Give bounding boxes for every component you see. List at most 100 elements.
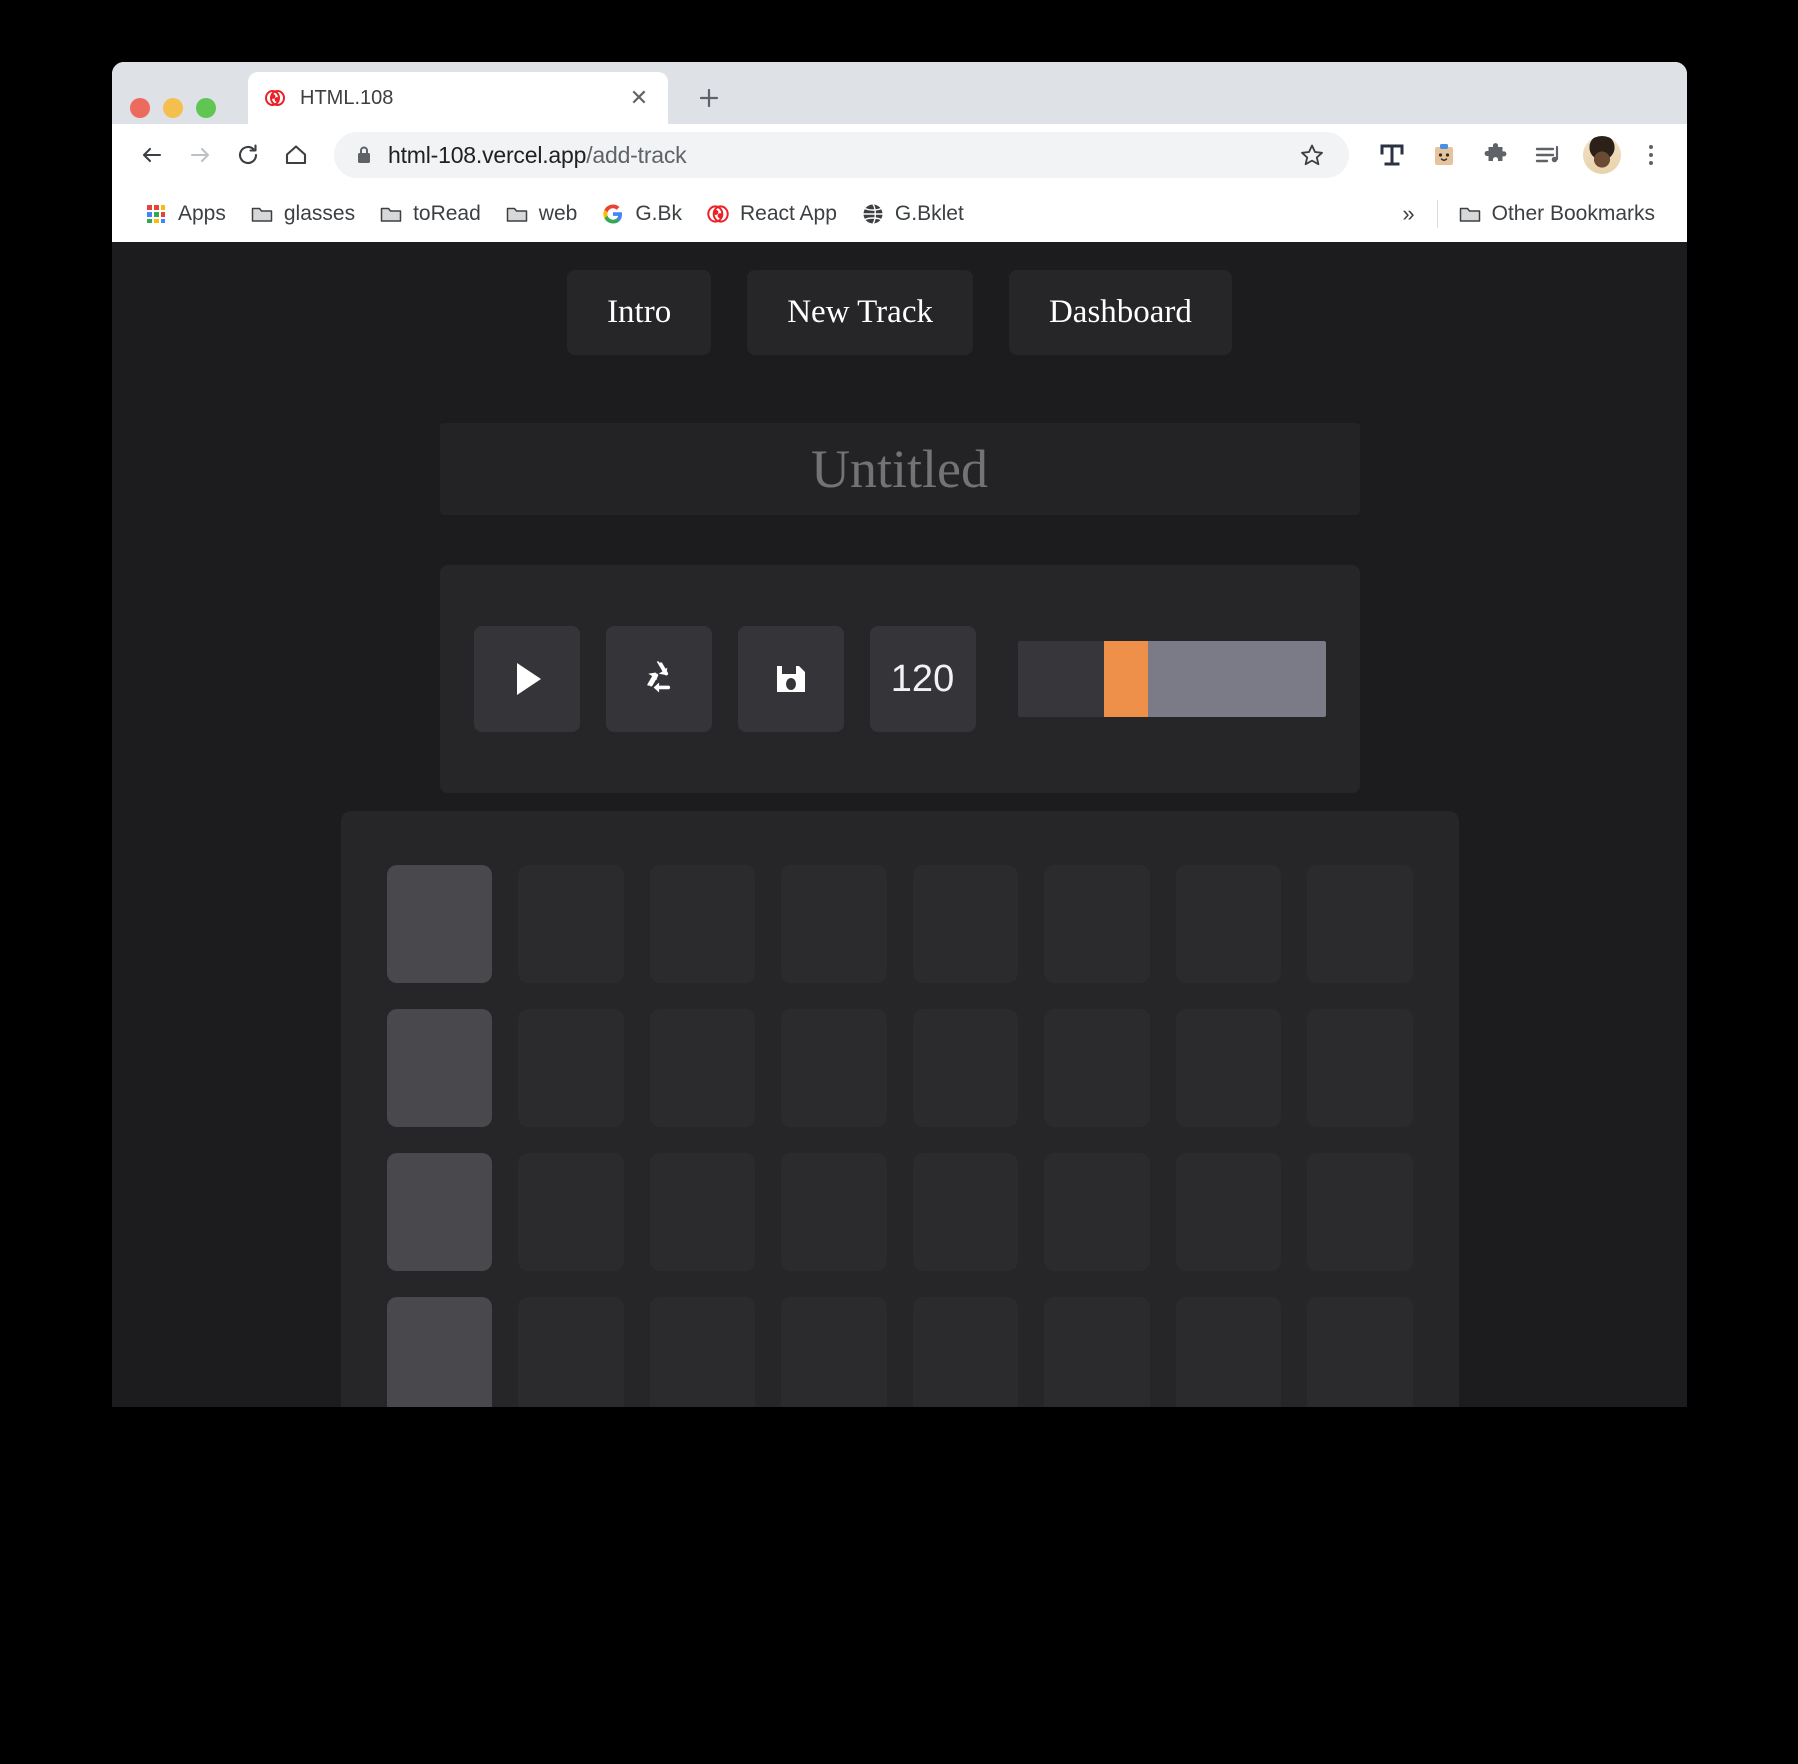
nav-button-dashboard[interactable]: Dashboard bbox=[1008, 270, 1232, 355]
browser-tab[interactable]: HTML.108 ✕ bbox=[248, 72, 668, 124]
pad-r2c8[interactable] bbox=[1307, 1009, 1413, 1127]
app-nav: Intro New Track Dashboard bbox=[112, 270, 1687, 355]
pad-r2c2[interactable] bbox=[518, 1009, 624, 1127]
pad-r2c1[interactable] bbox=[386, 1009, 492, 1127]
pad-r3c2[interactable] bbox=[518, 1153, 624, 1271]
bookmark-label: G.Bk bbox=[635, 201, 683, 225]
minimize-window-button[interactable] bbox=[163, 98, 183, 118]
slider-fill bbox=[1017, 641, 1104, 717]
loop-button[interactable] bbox=[605, 626, 712, 732]
save-button[interactable] bbox=[737, 626, 844, 732]
pad-r4c1[interactable] bbox=[386, 1297, 492, 1407]
volume-slider[interactable] bbox=[1017, 641, 1326, 717]
bookmark-glasses[interactable]: glasses bbox=[238, 196, 367, 232]
pad-r4c5[interactable] bbox=[912, 1297, 1018, 1407]
bookmarks-divider bbox=[1436, 199, 1438, 228]
bookmark-label: Apps bbox=[178, 201, 226, 225]
pad-r2c4[interactable] bbox=[781, 1009, 887, 1127]
pad-r4c2[interactable] bbox=[518, 1297, 624, 1407]
play-button[interactable] bbox=[473, 626, 580, 732]
pad-r1c5[interactable] bbox=[912, 865, 1018, 983]
pad-r1c8[interactable] bbox=[1307, 865, 1413, 983]
bookmark-label: React App bbox=[740, 201, 837, 225]
close-icon[interactable]: ✕ bbox=[626, 85, 652, 111]
pad-r1c6[interactable] bbox=[1044, 865, 1150, 983]
track-title-placeholder: Untitled bbox=[811, 439, 988, 499]
pad-r2c6[interactable] bbox=[1044, 1009, 1150, 1127]
pad-r4c3[interactable] bbox=[649, 1297, 755, 1407]
window-traffic-lights bbox=[130, 98, 216, 118]
pad-r1c3[interactable] bbox=[649, 865, 755, 983]
bookmark-web[interactable]: web bbox=[493, 196, 590, 232]
bookmark-gbklet[interactable]: G.Bklet bbox=[849, 196, 976, 232]
pad-r3c3[interactable] bbox=[649, 1153, 755, 1271]
recycle-loop-icon bbox=[635, 655, 683, 703]
bookmark-label: web bbox=[538, 201, 578, 225]
bookmarks-overflow-button[interactable]: » bbox=[1388, 201, 1428, 227]
grammarly-icon[interactable] bbox=[1371, 134, 1413, 176]
pad-r3c7[interactable] bbox=[1175, 1153, 1281, 1271]
close-window-button[interactable] bbox=[130, 98, 150, 118]
pad-r2c7[interactable] bbox=[1175, 1009, 1281, 1127]
url-path: /add-track bbox=[586, 141, 687, 168]
transport-bar: 120 bbox=[439, 565, 1360, 793]
url-domain: html-108.vercel.app bbox=[388, 141, 587, 168]
nav-button-intro[interactable]: Intro bbox=[567, 270, 712, 355]
page-content: Intro New Track Dashboard Untitled 120 bbox=[112, 242, 1687, 1407]
bpm-value[interactable]: 120 bbox=[869, 626, 976, 732]
bookmark-gbk[interactable]: G.Bk bbox=[589, 196, 694, 232]
folder-icon bbox=[505, 202, 529, 226]
pad-r2c5[interactable] bbox=[912, 1009, 1018, 1127]
pad-r1c2[interactable] bbox=[518, 865, 624, 983]
pad-r1c7[interactable] bbox=[1175, 865, 1281, 983]
google-icon bbox=[601, 202, 625, 226]
bookmark-label: glasses bbox=[283, 201, 356, 225]
lock-icon bbox=[356, 145, 372, 165]
other-bookmarks-label: Other Bookmarks bbox=[1491, 201, 1655, 225]
new-tab-button[interactable] bbox=[686, 75, 732, 121]
home-icon[interactable] bbox=[274, 133, 318, 177]
bookmarks-bar: Apps glasses toRead web G.Bk React App G… bbox=[112, 186, 1687, 242]
maximize-window-button[interactable] bbox=[196, 98, 216, 118]
folder-icon bbox=[1458, 202, 1482, 226]
other-bookmarks-button[interactable]: Other Bookmarks bbox=[1446, 196, 1667, 232]
back-arrow-icon[interactable] bbox=[130, 133, 174, 177]
playlist-icon[interactable] bbox=[1527, 134, 1569, 176]
star-icon[interactable] bbox=[1297, 140, 1327, 170]
react-app-favicon bbox=[264, 87, 286, 109]
pad-r3c8[interactable] bbox=[1307, 1153, 1413, 1271]
bookmark-label: G.Bklet bbox=[894, 201, 964, 225]
folder-icon bbox=[379, 202, 403, 226]
pad-r3c1[interactable] bbox=[386, 1153, 492, 1271]
sequencer-grid bbox=[386, 865, 1413, 1407]
bookmark-apps[interactable]: Apps bbox=[132, 196, 238, 232]
bookmark-toread[interactable]: toRead bbox=[367, 196, 493, 232]
track-title-input[interactable]: Untitled bbox=[439, 423, 1360, 515]
browser-toolbar: html-108.vercel.app/add-track bbox=[112, 124, 1687, 186]
reload-icon[interactable] bbox=[226, 133, 270, 177]
pad-r2c3[interactable] bbox=[649, 1009, 755, 1127]
forward-arrow-icon bbox=[178, 133, 222, 177]
tab-title: HTML.108 bbox=[300, 86, 394, 109]
pad-r1c4[interactable] bbox=[781, 865, 887, 983]
play-icon bbox=[503, 655, 551, 703]
globe-icon bbox=[861, 202, 885, 226]
extensions-puzzle-icon[interactable] bbox=[1475, 134, 1517, 176]
pad-r4c7[interactable] bbox=[1175, 1297, 1281, 1407]
pad-r3c6[interactable] bbox=[1044, 1153, 1150, 1271]
nav-button-new-track[interactable]: New Track bbox=[747, 270, 973, 355]
pad-r4c4[interactable] bbox=[781, 1297, 887, 1407]
bookmark-react-app[interactable]: React App bbox=[694, 196, 849, 232]
profile-avatar[interactable] bbox=[1583, 136, 1621, 174]
pad-r3c5[interactable] bbox=[912, 1153, 1018, 1271]
tab-strip: HTML.108 ✕ bbox=[112, 62, 1687, 124]
pad-r4c6[interactable] bbox=[1044, 1297, 1150, 1407]
pad-r1c1[interactable] bbox=[386, 865, 492, 983]
pad-r4c8[interactable] bbox=[1307, 1297, 1413, 1407]
chrome-menu-kebab-icon[interactable] bbox=[1633, 134, 1669, 176]
clipboard-icon[interactable] bbox=[1423, 134, 1465, 176]
slider-thumb[interactable] bbox=[1103, 641, 1148, 717]
slider-track[interactable] bbox=[1147, 641, 1326, 717]
address-bar[interactable]: html-108.vercel.app/add-track bbox=[334, 132, 1349, 178]
pad-r3c4[interactable] bbox=[781, 1153, 887, 1271]
